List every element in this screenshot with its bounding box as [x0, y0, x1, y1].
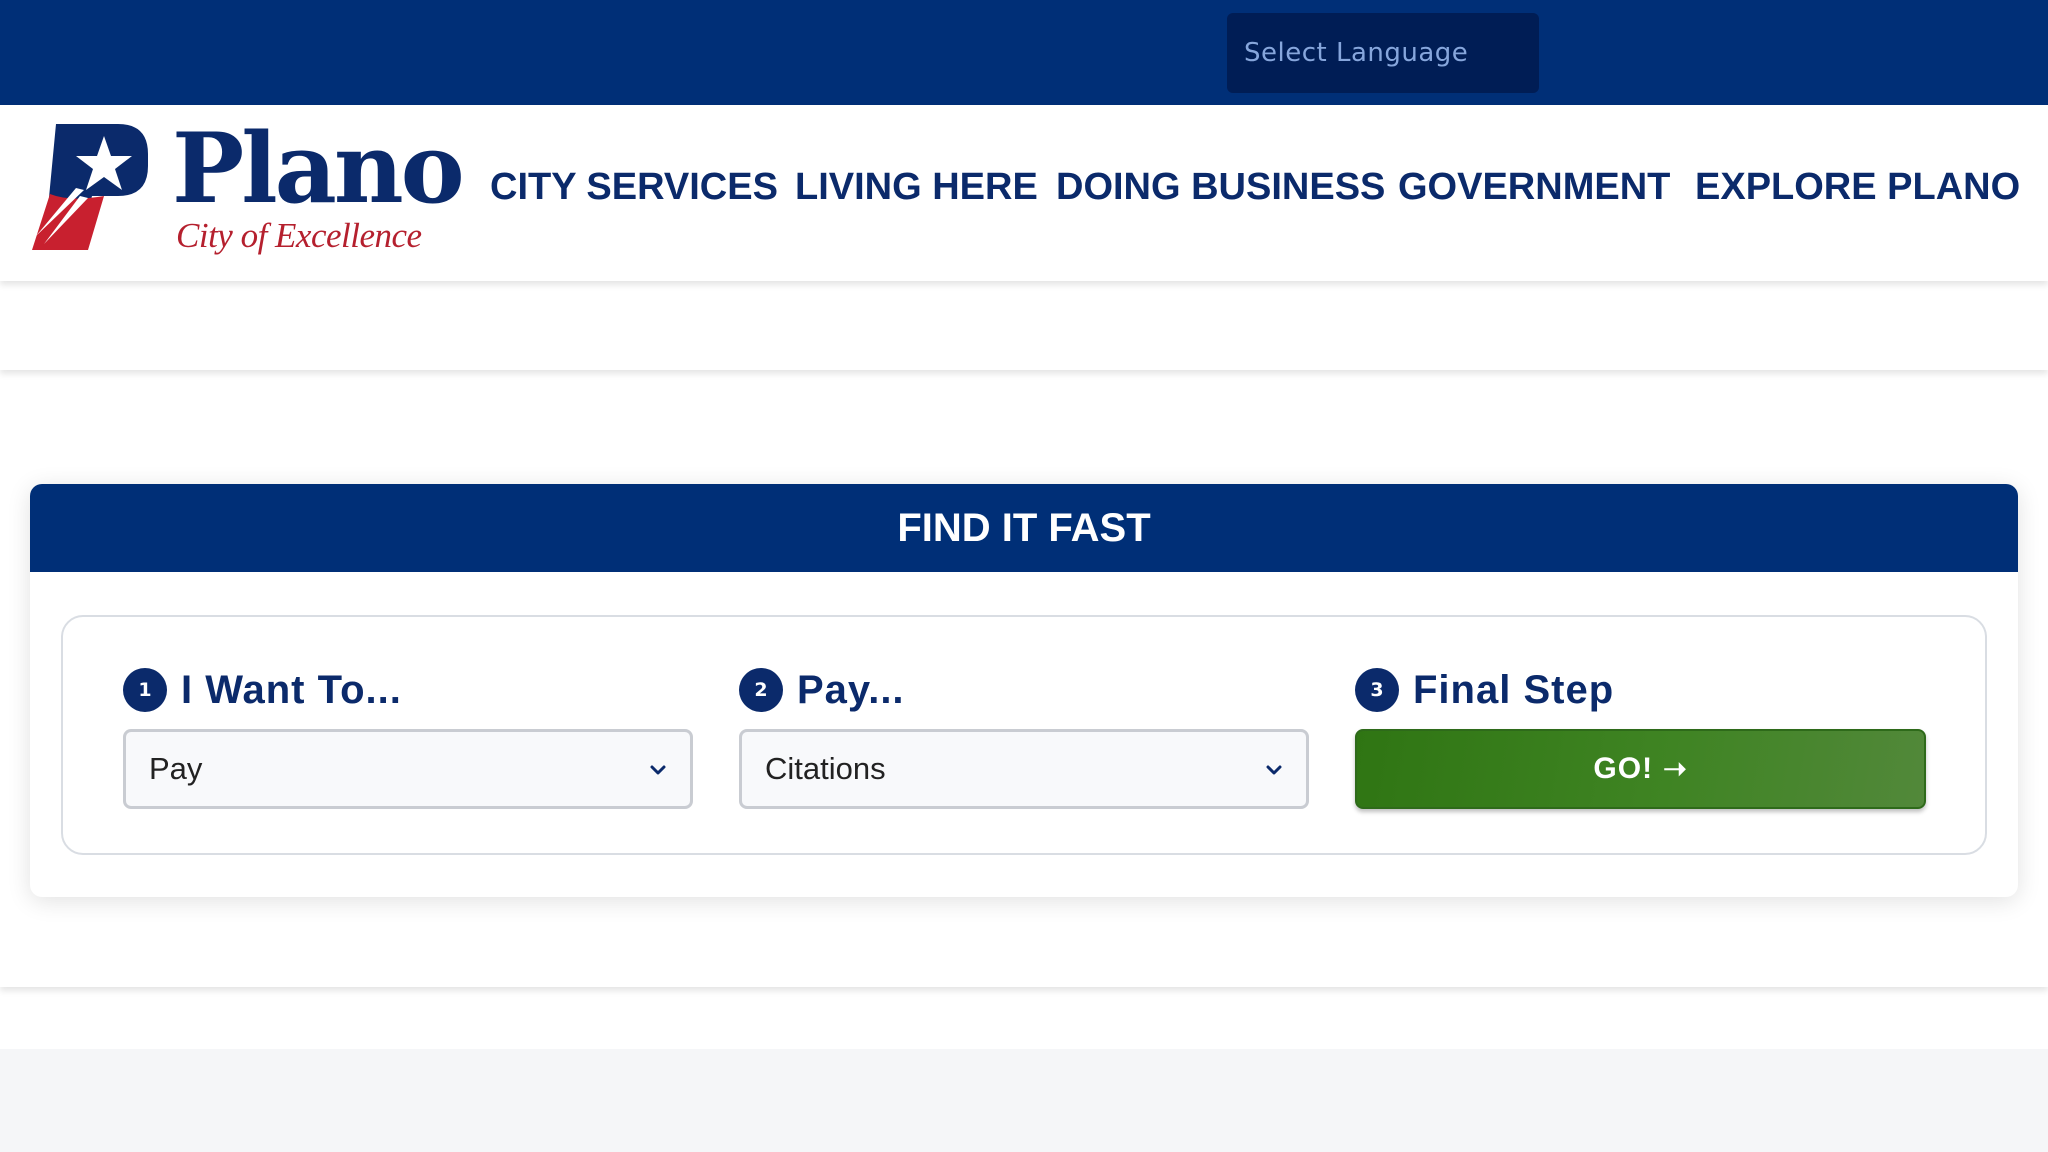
find-it-fast-title: FIND IT FAST — [897, 506, 1151, 550]
nav-city-services[interactable]: CITY SERVICES — [490, 166, 778, 209]
plano-logo[interactable]: Plano City of Excellence — [30, 112, 465, 270]
plano-star-logo-icon — [32, 124, 148, 250]
nav-doing-business[interactable]: DOING BUSINESS — [1056, 166, 1385, 209]
step-2-number: 2 — [739, 668, 783, 712]
top-bar: Select Language — [0, 0, 2048, 105]
pay-value: Citations — [765, 751, 886, 786]
nav-government[interactable]: GOVERNMENT — [1398, 166, 1670, 209]
step-3-number: 3 — [1355, 668, 1399, 712]
chevron-down-icon — [650, 765, 666, 775]
step-3-label: Final Step — [1413, 668, 1615, 712]
logo-wordmark: Plano — [172, 112, 465, 225]
step-1-number: 1 — [123, 668, 167, 712]
page-bottom — [0, 1049, 2048, 1152]
go-button[interactable]: GO! ➝ — [1355, 729, 1926, 809]
chevron-down-icon — [1266, 765, 1282, 775]
i-want-to-value: Pay — [149, 751, 203, 786]
i-want-to-select[interactable]: Pay — [123, 729, 693, 809]
logo-tagline: City of Excellence — [176, 216, 422, 255]
find-it-fast-header: FIND IT FAST — [30, 484, 2018, 572]
nav-living-here[interactable]: LIVING HERE — [795, 166, 1038, 209]
find-it-fast-panel: FIND IT FAST 1 I Want To... Pay 2 Pay...… — [30, 484, 2018, 897]
pay-select[interactable]: Citations — [739, 729, 1309, 809]
find-it-fast-form: 1 I Want To... Pay 2 Pay... Citations 3 … — [61, 615, 1987, 855]
nav-explore-plano[interactable]: EXPLORE PLANO — [1695, 166, 2020, 209]
secondary-strip — [0, 281, 2048, 370]
language-select[interactable]: Select Language — [1227, 13, 1539, 93]
step-2-label: Pay... — [797, 668, 905, 712]
lower-strip — [0, 987, 2048, 1049]
arrow-right-icon: ➝ — [1663, 753, 1688, 784]
step-1-label: I Want To... — [181, 668, 402, 712]
go-button-label: GO! — [1593, 752, 1654, 785]
